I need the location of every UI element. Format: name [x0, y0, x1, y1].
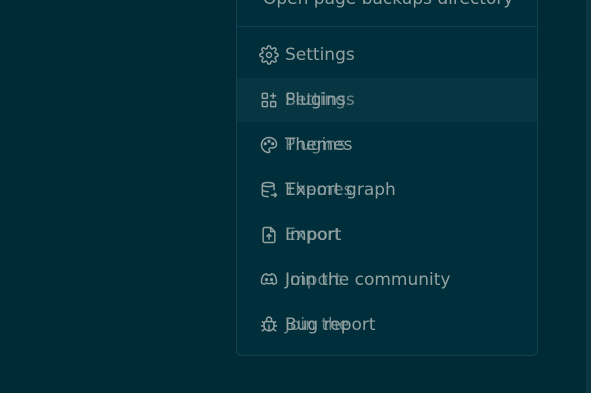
menu-item-label: Settings — [285, 45, 355, 65]
menu-item-overlay-label: Themes — [285, 180, 353, 200]
menu-item-overlay-label: Settings — [285, 90, 355, 110]
menu-item-bug-report[interactable]: Bug report Join the — [237, 303, 537, 347]
gear-icon — [259, 45, 279, 65]
menu-item-open-backups[interactable]: Open page backups directory — [263, 0, 513, 9]
menu-item-overlay-label: Join the — [285, 315, 350, 335]
menu-item-join-community[interactable]: Join the community Import — [237, 258, 537, 302]
menu-item-import[interactable]: Import Export — [237, 213, 537, 257]
scrollbar-track[interactable] — [586, 0, 591, 393]
palette-icon — [259, 135, 279, 155]
menu-item-themes[interactable]: Themes Plugins — [237, 123, 537, 167]
bug-icon — [259, 315, 279, 335]
plugins-icon — [259, 90, 279, 110]
settings-dropdown-menu: Open page backups directory Settings Plu… — [236, 0, 538, 356]
file-upload-icon — [259, 225, 279, 245]
menu-item-overlay-label: Import — [285, 270, 342, 290]
menu-item-plugins[interactable]: Plugins Settings — [237, 78, 537, 122]
menu-item-overlay-label: Export — [285, 225, 341, 245]
menu-item-settings[interactable]: Settings — [237, 33, 537, 77]
menu-item-overlay-label: Plugins — [285, 135, 346, 155]
database-export-icon — [259, 180, 279, 200]
discord-icon — [259, 270, 279, 290]
menu-divider — [237, 26, 537, 27]
menu-item-export-graph[interactable]: Export graph Themes — [237, 168, 537, 212]
